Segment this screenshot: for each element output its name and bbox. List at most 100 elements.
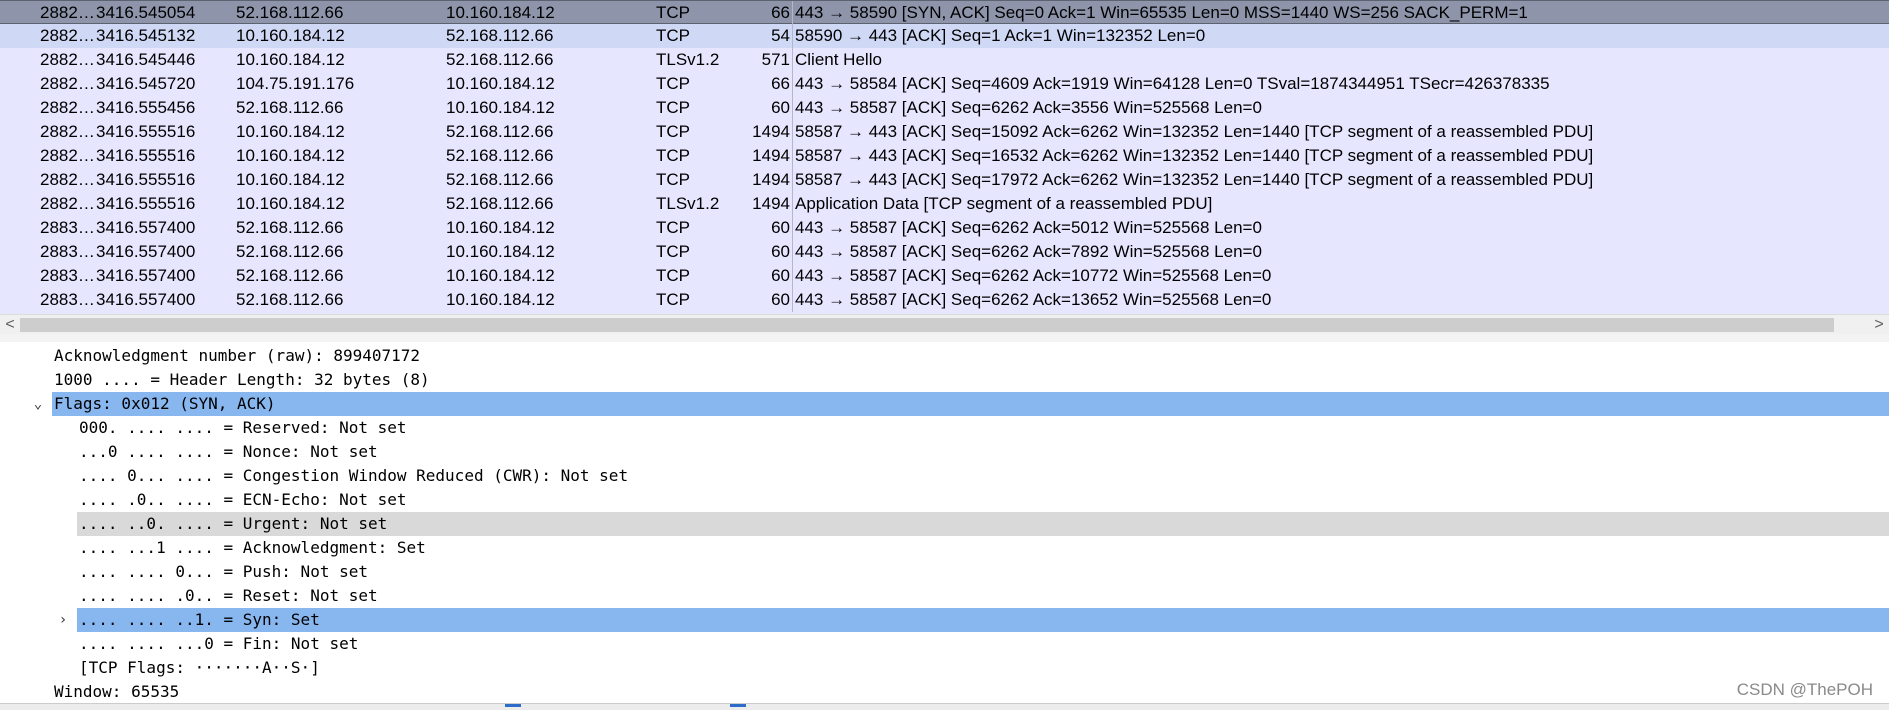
packet-row[interactable]: 2882… 3416.555516 10.160.184.12 52.168.112.… [0, 192, 1889, 216]
detail-tree-item[interactable]: .... ..0. .... = Urgent: Not set [77, 512, 1889, 536]
packet-row[interactable]: 2883… 3416.557400 52.168.112.66 10.160.184.… [0, 240, 1889, 264]
detail-tree-item[interactable]: 1000 .... = Header Length: 32 bytes (8) [52, 368, 1889, 392]
packet-destination: 52.168.112.66 [446, 26, 554, 45]
detail-tree-item[interactable]: .... .0.. .... = ECN-Echo: Not set [77, 488, 1889, 512]
detail-tree-label: .... 0... .... = Congestion Window Reduc… [79, 466, 629, 485]
packet-row[interactable]: 2882… 3416.545054 52.168.112.66 10.160.184.… [0, 0, 1889, 25]
packet-time: 3416.555516 [96, 194, 196, 213]
packet-source: 10.160.184.12 [236, 50, 345, 69]
packet-source: 52.168.112.66 [236, 98, 344, 117]
packet-row[interactable]: 2883… 3416.557400 52.168.112.66 10.160.184.… [0, 216, 1889, 240]
scroll-right-arrow-icon[interactable]: > [1870, 315, 1888, 335]
packet-source: 10.160.184.12 [236, 170, 345, 189]
packet-length: 60 [771, 218, 790, 237]
detail-tree-item[interactable]: .... 0... .... = Congestion Window Reduc… [77, 464, 1889, 488]
packet-destination: 10.160.184.12 [446, 98, 555, 117]
packet-length: 66 [771, 3, 790, 22]
column-separator [792, 192, 793, 216]
packet-time: 3416.555516 [96, 122, 196, 141]
detail-tree-item[interactable]: Acknowledgment number (raw): 899407172 [52, 344, 1889, 368]
packet-row[interactable]: 2882… 3416.555516 10.160.184.12 52.168.112.… [0, 168, 1889, 192]
detail-tree-label: .... ...1 .... = Acknowledgment: Set [79, 538, 426, 557]
packet-info: 443 → 58590 [SYN, ACK] Seq=0 Ack=1 Win=6… [795, 3, 1528, 22]
detail-tree-item[interactable]: [TCP Flags: ·······A··S·] [77, 656, 1889, 680]
bytes-tab-marker [730, 704, 746, 707]
chevron-right-icon[interactable]: › [55, 608, 71, 632]
packet-source: 10.160.184.12 [236, 194, 345, 213]
packet-info: Application Data [TCP segment of a reass… [795, 194, 1213, 213]
detail-tree-item[interactable]: .... .... ...0 = Fin: Not set [77, 632, 1889, 656]
column-separator [792, 240, 793, 264]
detail-tree-item[interactable]: 000. .... .... = Reserved: Not set [77, 416, 1889, 440]
packet-info: 443 → 58587 [ACK] Seq=6262 Ack=13652 Win… [795, 290, 1272, 309]
detail-tree-label: .... .... 0... = Push: Not set [79, 562, 368, 581]
packet-number: 2883… [40, 242, 95, 261]
packet-number: 2882… [40, 74, 95, 93]
detail-tree-label: Window: 65535 [54, 682, 180, 701]
packet-info: 58590 → 443 [ACK] Seq=1 Ack=1 Win=132352… [795, 26, 1206, 45]
packet-row[interactable]: 2882… 3416.555456 52.168.112.66 10.160.184.… [0, 96, 1889, 120]
packet-row[interactable]: 2882… 3416.545132 10.160.184.12 52.168.112.… [0, 24, 1889, 48]
packet-list-hscrollbar[interactable]: < > [0, 314, 1889, 335]
packet-destination: 52.168.112.66 [446, 122, 554, 141]
detail-tree-item[interactable]: ...0 .... .... = Nonce: Not set [77, 440, 1889, 464]
packet-row[interactable]: 2882… 3416.545446 10.160.184.12 52.168.112.… [0, 48, 1889, 72]
packet-number: 2882… [40, 26, 95, 45]
packet-source: 52.168.112.66 [236, 290, 344, 309]
detail-tree-label: .... ..0. .... = Urgent: Not set [79, 514, 388, 533]
detail-tree-item[interactable]: .... ...1 .... = Acknowledgment: Set [77, 536, 1889, 560]
packet-details-tree[interactable]: Acknowledgment number (raw): 899407172 10… [0, 342, 1889, 703]
packet-number: 2883… [40, 218, 95, 237]
packet-number: 2882… [40, 50, 95, 69]
detail-tree-item[interactable]: ⌄ Flags: 0x012 (SYN, ACK) [34, 392, 1889, 416]
packet-info: 58587 → 443 [ACK] Seq=17972 Ack=6262 Win… [795, 170, 1594, 189]
packet-protocol: TCP [656, 122, 690, 141]
detail-tree-label: .... .... ...0 = Fin: Not set [79, 634, 359, 653]
packet-info: 58587 → 443 [ACK] Seq=16532 Ack=6262 Win… [795, 146, 1594, 165]
packet-time: 3416.545720 [96, 74, 196, 93]
packet-number: 2883… [40, 266, 95, 285]
packet-source: 10.160.184.12 [236, 26, 345, 45]
detail-tree-label: .... .... ..1. = Syn: Set [79, 610, 320, 629]
scrollbar-thumb[interactable] [20, 318, 1834, 332]
column-separator [792, 72, 793, 96]
packet-protocol: TCP [656, 146, 690, 165]
detail-tree-label: 000. .... .... = Reserved: Not set [79, 418, 407, 437]
packet-info: 443 → 58587 [ACK] Seq=6262 Ack=3556 Win=… [795, 98, 1262, 117]
packet-row[interactable]: 2882… 3416.555516 10.160.184.12 52.168.112.… [0, 144, 1889, 168]
packet-destination: 10.160.184.12 [446, 290, 555, 309]
detail-tree-label: 1000 .... = Header Length: 32 bytes (8) [54, 370, 430, 389]
packet-protocol: TCP [656, 218, 690, 237]
packet-source: 10.160.184.12 [236, 146, 345, 165]
detail-tree-label: ...0 .... .... = Nonce: Not set [79, 442, 378, 461]
detail-tree-item[interactable]: Window: 65535 [52, 680, 1889, 703]
detail-tree-label: .... .0.. .... = ECN-Echo: Not set [79, 490, 407, 509]
packet-number: 2882… [40, 3, 95, 22]
packet-list[interactable]: 2882… 3416.545054 52.168.112.66 10.160.184.… [0, 0, 1889, 314]
packet-info: 443 → 58584 [ACK] Seq=4609 Ack=1919 Win=… [795, 74, 1550, 93]
packet-row[interactable]: 2883… 3416.557400 52.168.112.66 10.160.184.… [0, 288, 1889, 312]
packet-destination: 10.160.184.12 [446, 266, 555, 285]
column-separator [792, 24, 793, 48]
chevron-down-icon[interactable]: ⌄ [30, 392, 46, 416]
packet-number: 2882… [40, 122, 95, 141]
column-separator [792, 264, 793, 288]
packet-row[interactable]: 2883… 3416.557400 52.168.112.66 10.160.184.… [0, 264, 1889, 288]
scroll-left-arrow-icon[interactable]: < [1, 315, 19, 335]
packet-source: 52.168.112.66 [236, 266, 344, 285]
packet-time: 3416.557400 [96, 218, 196, 237]
packet-length: 1494 [752, 146, 790, 165]
packet-time: 3416.555516 [96, 170, 196, 189]
packet-time: 3416.557400 [96, 266, 196, 285]
detail-tree-label: Acknowledgment number (raw): 899407172 [54, 346, 421, 365]
detail-tree-item[interactable]: .... .... 0... = Push: Not set [77, 560, 1889, 584]
detail-tree-item[interactable]: ›.... .... ..1. = Syn: Set [59, 608, 1889, 632]
packet-time: 3416.545132 [96, 26, 196, 45]
packet-destination: 52.168.112.66 [446, 170, 554, 189]
packet-row[interactable]: 2882… 3416.545720 104.75.191.176 10.160.184… [0, 72, 1889, 96]
packet-row[interactable]: 2882… 3416.555516 10.160.184.12 52.168.112.… [0, 120, 1889, 144]
packet-protocol: TCP [656, 242, 690, 261]
detail-tree-item[interactable]: .... .... .0.. = Reset: Not set [77, 584, 1889, 608]
column-separator [792, 288, 793, 312]
packet-length: 1494 [752, 194, 790, 213]
